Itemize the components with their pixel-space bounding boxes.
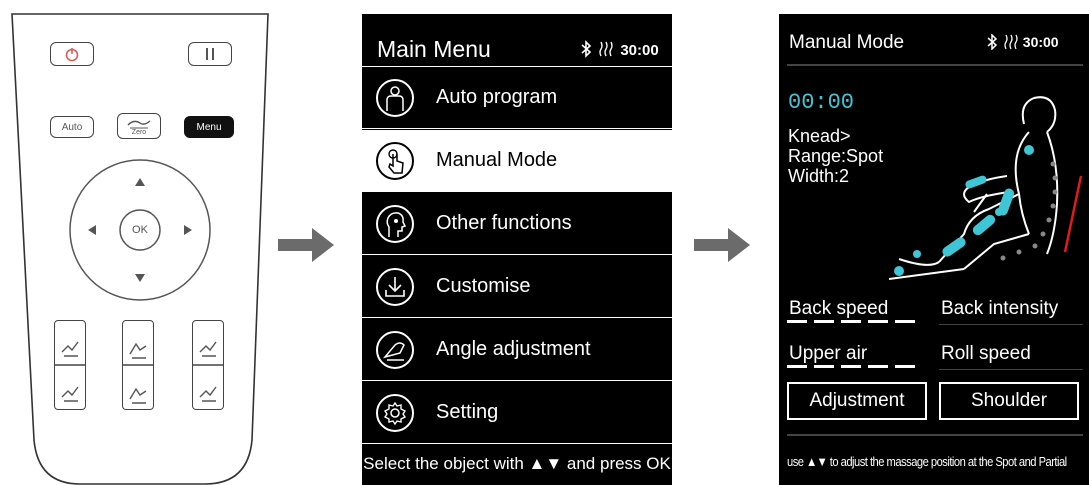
recline-icons xyxy=(54,341,224,404)
pause-button[interactable] xyxy=(188,42,232,66)
roll-speed-option[interactable]: Roll speed xyxy=(941,343,1031,365)
remote-control: Auto Zero Menu OK xyxy=(0,0,290,485)
menu-button-label: Menu xyxy=(196,121,222,133)
page-title: Manual Mode xyxy=(789,32,905,53)
menu-item-manual-mode[interactable]: Manual Mode xyxy=(362,130,672,192)
head-icon xyxy=(376,205,414,243)
menu-item-auto-program[interactable]: Auto program xyxy=(362,67,672,129)
menu-item-other-functions[interactable]: Other functions xyxy=(362,193,672,255)
menu-item-label: Angle adjustment xyxy=(436,338,591,360)
heat-icon xyxy=(599,41,613,57)
arrow-right-icon xyxy=(694,228,750,262)
elapsed-time: 00:00 xyxy=(788,90,855,115)
zero-gravity-label: Zero xyxy=(131,128,147,136)
timer: 30:00 xyxy=(620,42,659,59)
bluetooth-icon xyxy=(581,40,592,58)
auto-button-label: Auto xyxy=(61,121,83,133)
footer-hint: Select the object with ▲▼ and press OK xyxy=(363,454,671,473)
menu-item-label: Auto program xyxy=(436,86,558,108)
back-speed-option[interactable]: Back speed xyxy=(789,298,888,320)
divider xyxy=(939,324,1083,325)
menu-item-customise[interactable]: Customise xyxy=(362,256,672,318)
footer-hint: use ▲▼ to adjust the massage position at… xyxy=(787,454,1067,469)
ok-button[interactable]: OK xyxy=(120,218,160,242)
adjustment-button[interactable]: Adjustment xyxy=(787,382,927,420)
power-button[interactable] xyxy=(50,42,94,66)
manual-mode-screen: Manual Mode 30:00 00:00 Knead> Range:Spo… xyxy=(779,14,1089,485)
pause-icon xyxy=(206,48,214,60)
divider xyxy=(787,64,1083,66)
download-icon xyxy=(376,268,414,306)
upper-air-option[interactable]: Upper air xyxy=(789,343,867,365)
massage-chair-figure xyxy=(888,96,1083,280)
status-bar: 30:00 xyxy=(578,40,659,59)
heat-icon xyxy=(1004,34,1018,50)
zero-gravity-icon xyxy=(127,119,151,128)
menu-item-label: Customise xyxy=(436,275,531,297)
massage-track-indicator xyxy=(1063,175,1083,253)
menu-item-label: Manual Mode xyxy=(436,149,558,171)
zero-gravity-button[interactable]: Zero xyxy=(117,113,161,139)
menu-item-setting[interactable]: Setting xyxy=(362,382,672,444)
menu-item-label: Other functions xyxy=(436,212,572,234)
timer: 30:00 xyxy=(1022,34,1059,50)
divider xyxy=(787,434,1083,436)
menu-item-angle-adjustment[interactable]: Angle adjustment xyxy=(362,319,672,381)
menu-item-label: Setting xyxy=(436,401,499,423)
back-speed-level-bar xyxy=(787,320,917,324)
status-bar: 30:00 xyxy=(985,33,1059,51)
bluetooth-icon xyxy=(987,33,998,51)
gear-icon xyxy=(376,394,414,432)
power-icon xyxy=(65,48,79,62)
shoulder-button[interactable]: Shoulder xyxy=(939,382,1079,420)
auto-button[interactable]: Auto xyxy=(50,116,94,138)
page-title: Main Menu xyxy=(377,36,491,62)
person-icon xyxy=(376,79,414,117)
ok-button-label: OK xyxy=(132,224,148,236)
recline-icon xyxy=(376,331,414,369)
arrow-right-icon xyxy=(278,228,334,262)
divider xyxy=(939,369,1083,370)
touch-hand-icon xyxy=(376,142,414,180)
menu-button[interactable]: Menu xyxy=(184,116,234,138)
upper-air-level-bar xyxy=(787,365,917,369)
remote-body-outline xyxy=(11,13,269,485)
back-intensity-option[interactable]: Back intensity xyxy=(941,298,1058,320)
main-menu-screen: Main Menu 30:00 Auto program Manual Mode… xyxy=(362,14,672,485)
